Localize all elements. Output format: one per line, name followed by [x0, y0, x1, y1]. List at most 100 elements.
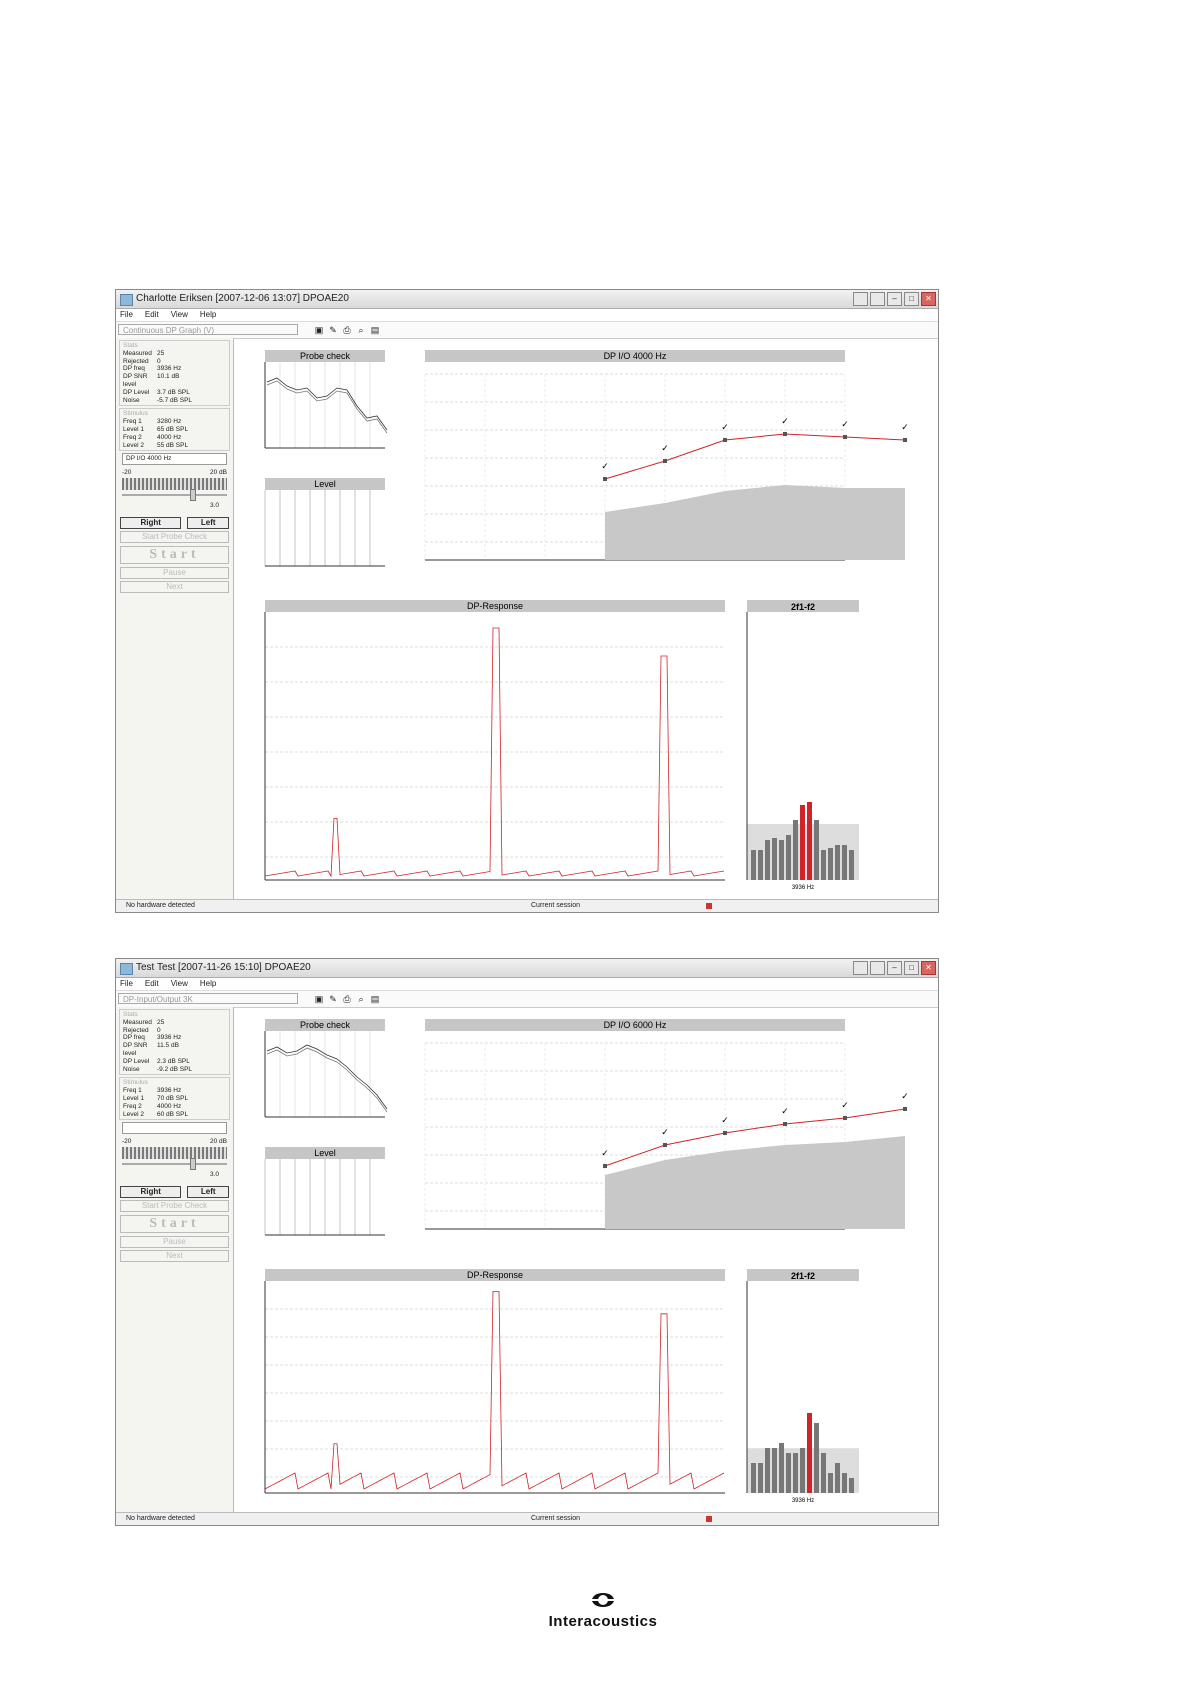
- zoom-icon[interactable]: ⌕: [356, 993, 366, 1004]
- start-probe-check-button[interactable]: Start Probe Check: [120, 1200, 229, 1213]
- stimulus-group-title: Stimulus: [123, 1079, 148, 1087]
- svg-text:✓: ✓: [841, 1100, 849, 1110]
- print-icon[interactable]: ⎙: [342, 993, 352, 1004]
- frequency-select[interactable]: DP I/O 4000 Hz: [122, 453, 227, 466]
- stat-row: DP freq 3936 Hz: [123, 365, 226, 373]
- menu-bar: File Edit View Help: [116, 309, 938, 322]
- extra-button[interactable]: [870, 961, 885, 975]
- stat-row: DP SNR level 10.1 dB: [123, 373, 226, 389]
- status-hardware: No hardware detected: [126, 902, 195, 909]
- stimulus-group: Stimulus Freq 1 3936 Hz Level 1 70 dB SPL Fre…: [119, 1077, 230, 1121]
- io-title: DP I/O 6000 Hz: [604, 1020, 667, 1030]
- stat-value: 0: [157, 357, 161, 365]
- save-icon[interactable]: ▣: [314, 993, 324, 1004]
- reject-min: -20: [122, 469, 132, 477]
- left-ear-button[interactable]: Left: [187, 517, 229, 530]
- interacoustics-logo-icon: [591, 1593, 615, 1607]
- menu-help[interactable]: Help: [200, 978, 216, 990]
- start-button[interactable]: Start: [120, 546, 229, 565]
- stimulus-value: 3936 Hz: [157, 1087, 182, 1095]
- menu-view[interactable]: View: [171, 309, 188, 321]
- protocol-select[interactable]: DP-Input/Output 3K: [118, 993, 298, 1004]
- stimulus-label: Freq 2: [123, 1102, 142, 1110]
- next-button[interactable]: Next: [120, 581, 229, 594]
- menu-file[interactable]: File: [120, 309, 133, 321]
- reject-slider[interactable]: [122, 1158, 227, 1171]
- start-button[interactable]: Start: [120, 1215, 229, 1234]
- stat-row: Rejected 0: [123, 358, 226, 366]
- stimulus-label: Freq 1: [123, 1087, 142, 1095]
- menu-view[interactable]: View: [171, 978, 188, 990]
- stimulus-value: 70 dB SPL: [157, 1094, 189, 1102]
- toolbar-icons: ▣ ✎ ⎙ ⌕ ▤: [314, 324, 380, 335]
- distortion-bar-chart: 2f1-f2 3936 Hz: [746, 1269, 859, 1504]
- stat-row: DP freq 3936 Hz: [123, 1034, 226, 1042]
- maximize-button[interactable]: □: [904, 292, 919, 306]
- left-ear-button[interactable]: Left: [187, 1186, 229, 1199]
- report-icon[interactable]: ▤: [370, 993, 380, 1004]
- stat-value: 3.7 dB SPL: [157, 388, 190, 396]
- svg-text:✓: ✓: [601, 461, 609, 471]
- brand-name: Interacoustics: [548, 1613, 658, 1630]
- stimulus-row: Level 2 55 dB SPL: [123, 442, 226, 450]
- reject-slider[interactable]: [122, 489, 227, 502]
- edit-icon[interactable]: ✎: [328, 324, 338, 335]
- extra-button[interactable]: [870, 292, 885, 306]
- dp-response-title: DP-Response: [467, 601, 523, 611]
- stat-label: Measured: [123, 1018, 152, 1026]
- stimulus-row: Level 1 65 dB SPL: [123, 426, 226, 434]
- menu-edit[interactable]: Edit: [145, 978, 159, 990]
- slider-thumb[interactable]: [190, 489, 196, 502]
- probe-check-title: Probe check: [300, 1020, 351, 1030]
- stimulus-value: 4000 Hz: [157, 433, 182, 441]
- minimize-button[interactable]: –: [887, 961, 902, 975]
- window-title: Test Test [2007-11-26 15:10] DPOAE20: [136, 962, 311, 973]
- frequency-select[interactable]: [122, 1122, 227, 1135]
- maximize-button[interactable]: □: [904, 961, 919, 975]
- stat-row: Noise -9.2 dB SPL: [123, 1066, 226, 1074]
- minimize-button[interactable]: –: [887, 292, 902, 306]
- slider-thumb[interactable]: [190, 1158, 196, 1171]
- pause-button[interactable]: Pause: [120, 567, 229, 580]
- stimulus-row: Level 2 60 dB SPL: [123, 1111, 226, 1119]
- save-icon[interactable]: ▣: [314, 324, 324, 335]
- start-probe-check-button[interactable]: Start Probe Check: [120, 531, 229, 544]
- ear-buttons: Right Left: [120, 1186, 229, 1199]
- bar-freq-label: 3936 Hz: [792, 885, 814, 891]
- window-controls: – □ ✕: [853, 961, 936, 975]
- menu-edit[interactable]: Edit: [145, 309, 159, 321]
- right-ear-button[interactable]: Right: [120, 517, 182, 530]
- right-ear-button[interactable]: Right: [120, 1186, 182, 1199]
- stat-row: Rejected 0: [123, 1027, 226, 1035]
- menu-file[interactable]: File: [120, 978, 133, 990]
- reject-range: -20 20 dB: [122, 469, 227, 476]
- report-icon[interactable]: ▤: [370, 324, 380, 335]
- reject-range: -20 20 dB: [122, 1138, 227, 1145]
- next-button[interactable]: Next: [120, 1250, 229, 1263]
- app-icon: [120, 294, 133, 306]
- stat-row: Measured 25: [123, 350, 226, 358]
- print-icon[interactable]: ⎙: [342, 324, 352, 335]
- svg-text:✓: ✓: [841, 419, 849, 429]
- extra-button[interactable]: [853, 292, 868, 306]
- svg-text:✓: ✓: [901, 1091, 909, 1101]
- close-button[interactable]: ✕: [921, 961, 936, 975]
- zoom-icon[interactable]: ⌕: [356, 324, 366, 335]
- status-indicator-icon: [706, 1516, 712, 1522]
- charts-area: Probe check Level DP I/O 4000 Hz ✓ ✓ ✓ ✓ ✓ ✓ DP-R…: [264, 350, 909, 891]
- edit-icon[interactable]: ✎: [328, 993, 338, 1004]
- dp-response-title: DP-Response: [467, 1270, 523, 1280]
- pause-button[interactable]: Pause: [120, 1236, 229, 1249]
- level-chart: Level: [264, 478, 385, 567]
- protocol-select[interactable]: Continuous DP Graph (V): [118, 324, 298, 335]
- svg-text:✓: ✓: [781, 416, 789, 426]
- charts-area: Probe check Level DP I/O 6000 Hz ✓ ✓ ✓ ✓ ✓ ✓ DP-R…: [264, 1019, 909, 1504]
- stats-group: Stats Measured 25 Rejected 0 DP freq 3936 Hz DP…: [119, 340, 230, 407]
- level-title: Level: [314, 1148, 336, 1158]
- stimulus-value: 4000 Hz: [157, 1102, 182, 1110]
- stimulus-value: 55 dB SPL: [157, 441, 189, 449]
- extra-button[interactable]: [853, 961, 868, 975]
- menu-help[interactable]: Help: [200, 309, 216, 321]
- close-button[interactable]: ✕: [921, 292, 936, 306]
- dp-response-chart: DP-Response: [264, 1269, 725, 1494]
